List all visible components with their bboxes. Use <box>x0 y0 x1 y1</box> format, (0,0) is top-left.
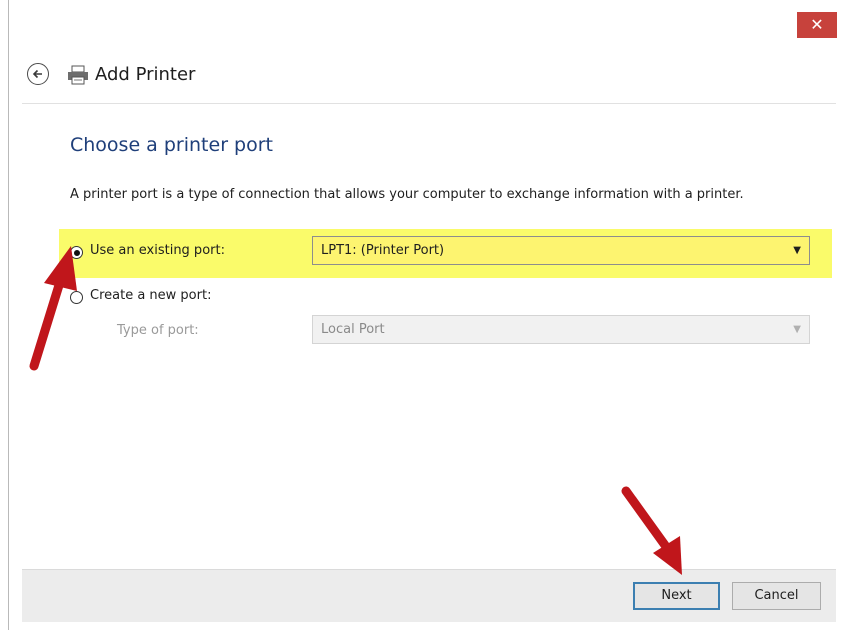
next-button[interactable]: Next <box>633 582 720 610</box>
type-of-port-label: Type of port: <box>117 323 199 338</box>
back-button[interactable] <box>27 63 49 85</box>
use-existing-port-label[interactable]: Use an existing port: <box>90 243 225 258</box>
existing-port-value: LPT1: (Printer Port) <box>321 243 445 258</box>
port-type-dropdown[interactable]: Local Port ▼ <box>312 315 810 344</box>
page-description: A printer port is a type of connection t… <box>70 187 744 202</box>
chevron-down-icon: ▼ <box>793 245 801 256</box>
close-icon: ✕ <box>810 15 824 34</box>
cancel-button[interactable]: Cancel <box>732 582 821 610</box>
wizard-footer: Next Cancel <box>22 569 836 622</box>
port-type-value: Local Port <box>321 322 385 337</box>
close-button[interactable]: ✕ <box>797 12 837 38</box>
create-new-port-label[interactable]: Create a new port: <box>90 288 211 303</box>
create-new-port-radio[interactable] <box>70 291 83 304</box>
add-printer-window: ✕ Add Printer Choose a printer port A pr… <box>0 0 841 630</box>
window-border <box>8 0 9 630</box>
wizard-content: Choose a printer port A printer port is … <box>22 103 836 570</box>
back-arrow-icon <box>32 69 42 79</box>
chevron-down-icon: ▼ <box>793 324 801 335</box>
use-existing-port-radio[interactable] <box>70 246 83 259</box>
window-title: Add Printer <box>95 64 196 85</box>
printer-icon <box>68 65 88 85</box>
existing-port-dropdown[interactable]: LPT1: (Printer Port) ▼ <box>312 236 810 265</box>
page-title: Choose a printer port <box>70 134 273 156</box>
